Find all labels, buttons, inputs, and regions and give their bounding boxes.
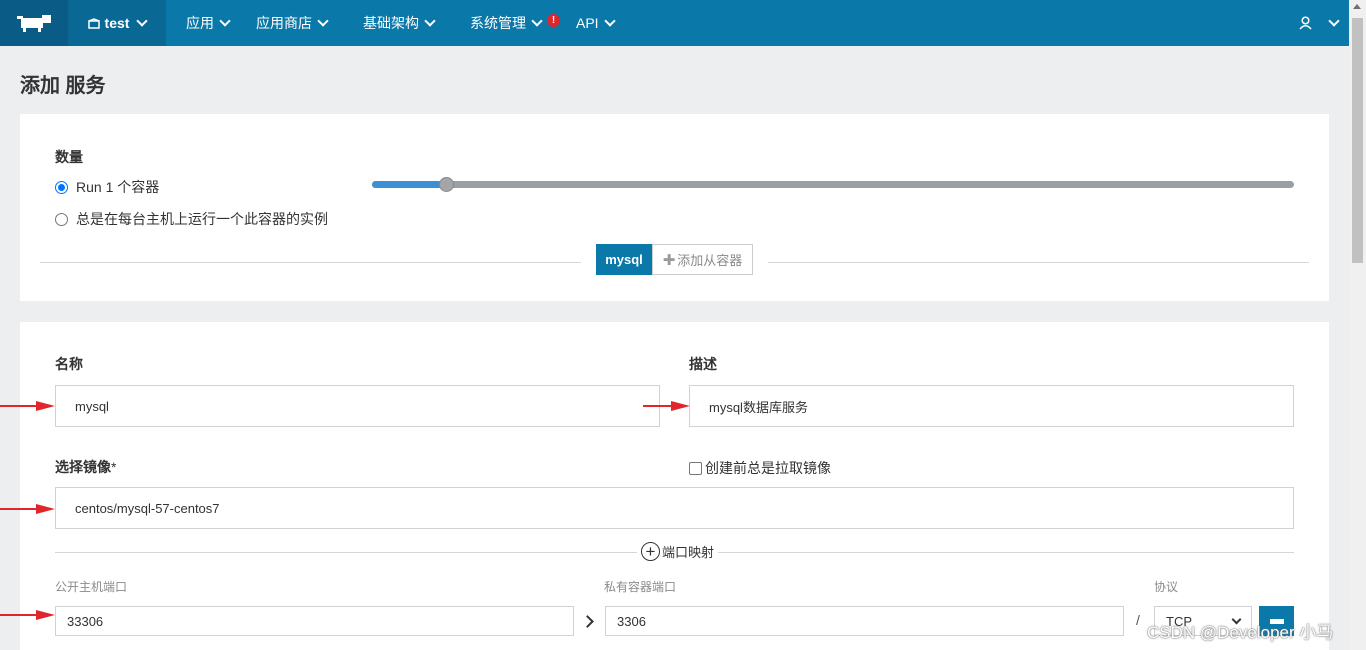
- slider-fill: [372, 181, 446, 188]
- service-form-card: 名称 mysql 描述 mysql数据库服务 选择镜像* 创建前总是拉取镜像 c…: [20, 322, 1329, 650]
- chevron-down-icon: [531, 15, 543, 27]
- public-port-input[interactable]: 33306: [55, 606, 574, 636]
- required-marker: *: [111, 459, 117, 475]
- radio-label: 总是在每台主机上运行一个此容器的实例: [76, 211, 328, 227]
- description-input[interactable]: mysql数据库服务: [689, 385, 1294, 427]
- environment-label: test: [104, 15, 130, 31]
- nav-item-catalog[interactable]: 应用商店: [256, 0, 329, 46]
- scroll-thumb[interactable]: [1352, 18, 1363, 263]
- image-label-text: 选择镜像: [55, 459, 111, 475]
- divider: [768, 262, 1309, 263]
- pull-image-label: 创建前总是拉取镜像: [705, 460, 831, 476]
- chevron-down-icon: [603, 15, 616, 27]
- add-sidekick-label: 添加从容器: [677, 253, 743, 268]
- nav-item-label: 基础架构: [363, 15, 419, 31]
- plus-icon: ✚: [662, 251, 676, 269]
- environment-icon: [87, 17, 100, 29]
- radio-button[interactable]: [55, 180, 68, 194]
- top-nav: test 应用 应用商店 基础架构 系统管理 ! API: [0, 0, 1349, 46]
- red-arrow-icon: [0, 504, 55, 514]
- private-port-input[interactable]: 3306: [605, 606, 1124, 636]
- alert-icon: !: [547, 13, 560, 27]
- port-mapping-label: 端口映射: [662, 545, 715, 560]
- user-menu[interactable]: [1299, 0, 1340, 46]
- description-label: 描述: [689, 356, 717, 372]
- scroll-up-arrow-icon[interactable]: [1353, 4, 1361, 9]
- chevron-down-icon: [424, 15, 436, 27]
- chevron-down-icon: [136, 15, 149, 27]
- nav-item-label: 应用商店: [256, 15, 312, 31]
- user-icon: [1299, 16, 1312, 30]
- chevron-right-icon: [581, 615, 594, 628]
- scale-card: 数量 Run 1 个容器 总是在每台主机上运行一个此容器的实例 mysql ✚ …: [20, 114, 1329, 301]
- image-label: 选择镜像*: [55, 457, 116, 477]
- name-input[interactable]: mysql: [55, 385, 660, 427]
- public-port-label: 公开主机端口: [55, 580, 128, 594]
- nav-item-admin[interactable]: 系统管理 !: [470, 0, 560, 46]
- radio-label: Run 1 个容器: [76, 179, 160, 195]
- port-mapping-toggle[interactable]: + 端口映射: [637, 542, 719, 561]
- divider: [40, 262, 581, 263]
- red-arrow-icon: [643, 401, 690, 411]
- container-tab-mysql[interactable]: mysql: [596, 244, 652, 275]
- scale-label: 数量: [55, 149, 83, 165]
- nav-item-infrastructure[interactable]: 基础架构: [363, 0, 436, 46]
- nav-item-label: API: [576, 15, 599, 31]
- nav-item-label: 应用: [186, 15, 214, 31]
- pull-image-option[interactable]: 创建前总是拉取镜像: [689, 458, 831, 478]
- slider-handle[interactable]: [439, 177, 454, 192]
- nav-item-api[interactable]: API: [576, 0, 616, 46]
- page-title: 添加 服务: [20, 75, 106, 97]
- chevron-down-icon: [317, 15, 329, 27]
- scale-option-global[interactable]: 总是在每台主机上运行一个此容器的实例: [55, 209, 328, 229]
- image-input[interactable]: centos/mysql-57-centos7: [55, 487, 1294, 529]
- rancher-cow-icon: [17, 15, 51, 32]
- circle-plus-icon: +: [641, 542, 660, 561]
- red-arrow-icon: [0, 401, 55, 411]
- environment-switcher[interactable]: test: [68, 0, 166, 46]
- nav-item-label: 系统管理: [470, 15, 526, 31]
- protocol-label: 协议: [1154, 580, 1179, 594]
- scrollbar[interactable]: [1349, 0, 1366, 650]
- add-sidekick-button[interactable]: ✚ 添加从容器: [652, 244, 753, 275]
- chevron-down-icon: [219, 15, 231, 27]
- pull-image-checkbox[interactable]: [689, 461, 702, 475]
- port-separator: /: [1136, 612, 1140, 628]
- name-label: 名称: [55, 356, 83, 372]
- private-port-label: 私有容器端口: [604, 580, 677, 594]
- nav-item-apps[interactable]: 应用: [186, 0, 231, 46]
- scale-option-run-one[interactable]: Run 1 个容器: [55, 177, 159, 197]
- rancher-logo[interactable]: [0, 0, 68, 46]
- scale-slider[interactable]: [372, 177, 1294, 192]
- watermark: CSDN @Developer 小马: [1147, 623, 1334, 642]
- red-arrow-icon: [0, 610, 55, 620]
- chevron-down-icon: [1328, 15, 1340, 27]
- radio-button[interactable]: [55, 212, 68, 226]
